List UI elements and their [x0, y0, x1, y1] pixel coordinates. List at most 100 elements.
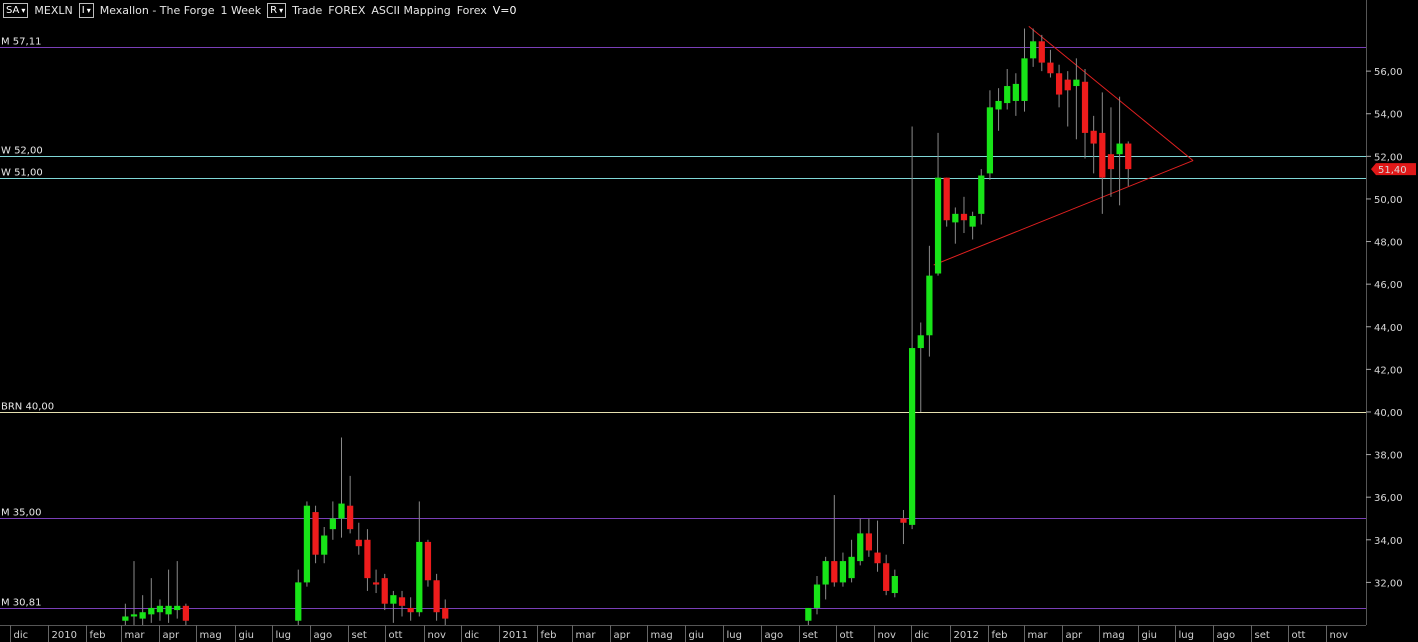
- candle[interactable]: [1081, 68, 1089, 159]
- candle[interactable]: [182, 603, 189, 625]
- price-tick-label: 44,00: [1374, 323, 1403, 334]
- candle[interactable]: [312, 505, 319, 564]
- time-tick-label: mag: [200, 630, 222, 641]
- candle[interactable]: [883, 554, 890, 596]
- time-tick-label: set: [1255, 630, 1270, 641]
- candle[interactable]: [986, 90, 994, 180]
- candle[interactable]: [338, 437, 345, 538]
- candle[interactable]: [839, 552, 847, 587]
- candle[interactable]: [1055, 64, 1063, 108]
- candle-body: [165, 605, 172, 615]
- candle-body: [822, 561, 829, 585]
- time-tick-label: lug: [276, 630, 291, 641]
- time-tick-label: apr: [614, 630, 631, 641]
- candle[interactable]: [1038, 34, 1045, 72]
- candle-body: [1038, 41, 1045, 63]
- price-axis: 32,00 34,00 36,00 38,00 40,00 42,00 44,00 46,00…: [1366, 0, 1418, 642]
- candle[interactable]: [1099, 92, 1106, 214]
- candle[interactable]: [822, 556, 829, 600]
- candle[interactable]: [1073, 58, 1080, 140]
- candle[interactable]: [1021, 28, 1028, 112]
- candle[interactable]: [926, 245, 933, 357]
- candle[interactable]: [156, 599, 164, 621]
- candle[interactable]: [848, 539, 855, 583]
- candle[interactable]: [1107, 107, 1115, 197]
- price-levels: M 57,11 W 52,00 W 51,00 BRN 40,00 M 35,00 M 3…: [0, 37, 1366, 609]
- candle-body: [372, 582, 380, 585]
- candlestick-chart[interactable]: M 57,11 W 52,00 W 51,00 BRN 40,00 M 35,00 M 3…: [0, 0, 1418, 642]
- candle[interactable]: [390, 590, 397, 623]
- candle[interactable]: [347, 475, 354, 534]
- time-tick-label: apr: [163, 630, 180, 641]
- candle[interactable]: [1090, 115, 1097, 174]
- candle[interactable]: [130, 561, 138, 625]
- candles: [122, 28, 1132, 630]
- candle-body: [960, 213, 968, 221]
- candle[interactable]: [398, 590, 406, 617]
- time-tick-label: ago: [765, 630, 784, 641]
- candle-body: [1073, 79, 1080, 87]
- time-axis: dic 2010 feb mar apr mag giu lug ago set ott nov dic…: [0, 625, 1418, 642]
- candle[interactable]: [952, 207, 959, 244]
- candle[interactable]: [891, 569, 898, 598]
- candle[interactable]: [407, 597, 414, 621]
- candle[interactable]: [148, 578, 155, 623]
- candle[interactable]: [908, 126, 916, 530]
- candle[interactable]: [329, 501, 336, 540]
- candle[interactable]: [1004, 68, 1011, 110]
- candle[interactable]: [865, 518, 872, 557]
- candle[interactable]: [372, 569, 380, 594]
- candle[interactable]: [900, 509, 907, 545]
- candle[interactable]: [1030, 28, 1037, 67]
- candle[interactable]: [1012, 73, 1019, 116]
- candle-body: [321, 535, 328, 555]
- candle[interactable]: [934, 132, 942, 276]
- candle[interactable]: [1064, 71, 1071, 127]
- candle-body: [148, 607, 155, 615]
- level-label: M 30,81: [1, 598, 41, 609]
- price-tick-label: 40,00: [1374, 408, 1403, 419]
- price-tick-label: 34,00: [1374, 536, 1403, 547]
- price-tick-label: 52,00: [1374, 152, 1403, 163]
- candle[interactable]: [1125, 141, 1132, 187]
- candle-body: [1116, 143, 1123, 155]
- candle-body: [182, 605, 189, 621]
- candle[interactable]: [978, 169, 985, 225]
- candle[interactable]: [321, 527, 328, 564]
- time-tick-label: feb: [90, 630, 106, 641]
- candle-body: [995, 100, 1002, 110]
- candle-body: [347, 505, 354, 530]
- candle-body: [424, 541, 432, 581]
- candle-body: [295, 582, 302, 621]
- candle[interactable]: [969, 211, 976, 240]
- candle[interactable]: [355, 522, 362, 555]
- candle-body: [865, 533, 872, 551]
- candle[interactable]: [960, 196, 968, 234]
- time-tick-label: feb: [541, 630, 557, 641]
- price-tick-label: 48,00: [1374, 238, 1403, 249]
- candle[interactable]: [831, 495, 838, 587]
- candle[interactable]: [943, 177, 950, 227]
- candle-body: [1012, 83, 1019, 101]
- candle[interactable]: [139, 595, 146, 625]
- candle[interactable]: [303, 501, 311, 587]
- candle[interactable]: [381, 573, 388, 611]
- candle[interactable]: [295, 569, 302, 625]
- candle[interactable]: [995, 88, 1002, 131]
- candle[interactable]: [174, 561, 181, 619]
- candle[interactable]: [857, 518, 864, 566]
- candle[interactable]: [165, 569, 172, 623]
- time-tick-label: feb: [992, 630, 1008, 641]
- candle[interactable]: [433, 573, 440, 621]
- candle-body: [891, 576, 898, 594]
- candle[interactable]: [424, 539, 432, 587]
- candle[interactable]: [874, 520, 881, 572]
- candle[interactable]: [442, 599, 449, 625]
- time-tick-label: mar: [576, 630, 597, 641]
- candle[interactable]: [917, 322, 924, 412]
- candle-body: [416, 541, 423, 613]
- candle-body: [398, 597, 406, 606]
- candle-body: [156, 605, 164, 613]
- candle[interactable]: [1047, 49, 1054, 78]
- candle[interactable]: [364, 529, 371, 591]
